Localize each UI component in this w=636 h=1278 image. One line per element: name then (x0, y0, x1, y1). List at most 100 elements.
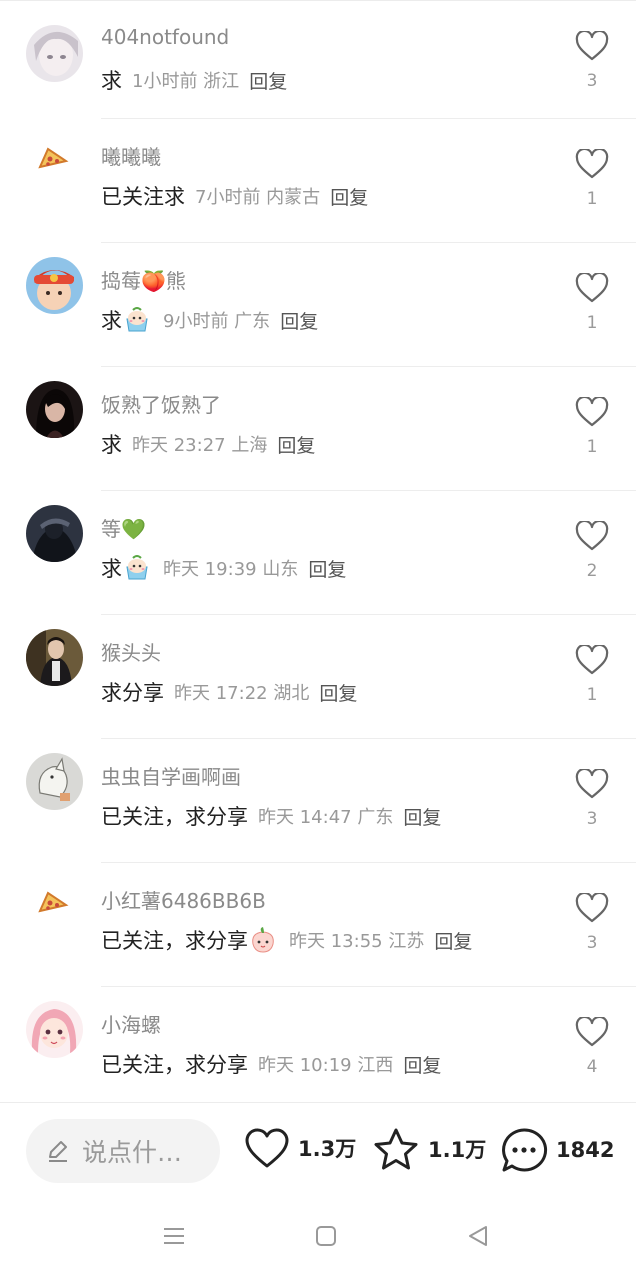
comment-item[interactable]: 等💚 求 昨天 19:39 山东 回复 2 (0, 491, 636, 615)
comment-item[interactable]: 小红薯6486BB6B 已关注，求分享 昨天 13:55 江苏 回复 3 (0, 863, 636, 987)
comment-username[interactable]: 饭熟了饭熟了 (101, 389, 221, 418)
comment-page: 404notfound 求 1小时前 浙江 回复 3 曦曦曦 已关注求 7小时前… (0, 0, 636, 1278)
avatar[interactable] (26, 877, 83, 934)
reply-button[interactable]: 回复 (403, 1051, 441, 1078)
like-count: 1 (586, 437, 598, 457)
home-square-icon[interactable] (314, 1224, 338, 1248)
comment-meta: 昨天 14:47 广东 (258, 807, 394, 828)
pencil-icon (49, 1141, 67, 1162)
comment-like-button[interactable]: 1 (575, 273, 609, 333)
comment-body: 已关注求 7小时前 内蒙古 回复 (101, 181, 368, 211)
comment-item[interactable]: 404notfound 求 1小时前 浙江 回复 3 (0, 1, 636, 119)
back-triangle-icon[interactable] (466, 1224, 490, 1248)
heart-icon (575, 1017, 609, 1047)
like-count: 3 (586, 933, 598, 953)
like-count: 1 (586, 189, 598, 209)
bucket-face-emoji (123, 555, 151, 581)
like-count: 1.3万 (298, 1137, 357, 1161)
comment-username[interactable]: 404notfound (101, 25, 229, 49)
reply-button[interactable]: 回复 (280, 307, 318, 334)
comment-input[interactable]: 说点什… (26, 1119, 220, 1183)
comment-item[interactable]: 虫虫自学画啊画 已关注，求分享 昨天 14:47 广东 回复 3 (0, 739, 636, 863)
comment-text: 求 (101, 433, 122, 457)
comment-button[interactable]: 1842 (500, 1127, 614, 1173)
star-icon (374, 1128, 418, 1170)
avatar[interactable] (26, 381, 83, 438)
menu-icon[interactable] (162, 1224, 186, 1248)
system-nav-bar (0, 1198, 636, 1278)
comment-item[interactable]: 曦曦曦 已关注求 7小时前 内蒙古 回复 1 (0, 119, 636, 243)
comment-like-button[interactable]: 3 (575, 31, 609, 91)
avatar[interactable] (26, 133, 83, 190)
comment-list[interactable]: 404notfound 求 1小时前 浙江 回复 3 曦曦曦 已关注求 7小时前… (0, 0, 636, 1102)
comment-username[interactable]: 捣莓🍑熊 (101, 265, 186, 294)
heart-icon (575, 769, 609, 799)
reply-button[interactable]: 回复 (434, 927, 472, 954)
like-count: 1 (586, 685, 598, 705)
reply-button[interactable]: 回复 (403, 803, 441, 830)
reply-button[interactable]: 回复 (319, 679, 357, 706)
comment-meta: 昨天 13:55 江苏 (289, 931, 425, 952)
chat-bubble-icon (502, 1128, 548, 1172)
comment-username[interactable]: 猴头头 (101, 637, 161, 666)
comment-body: 求 9小时前 广东 回复 (101, 305, 318, 335)
comment-count: 1842 (556, 1138, 615, 1162)
comment-body: 求 昨天 23:27 上海 回复 (101, 429, 315, 459)
avatar[interactable] (26, 505, 83, 562)
comment-like-button[interactable]: 2 (575, 521, 609, 581)
avatar[interactable] (26, 25, 83, 82)
comment-body: 求 昨天 19:39 山东 回复 (101, 553, 346, 583)
comment-username[interactable]: 等💚 (101, 513, 146, 542)
heart-icon (575, 149, 609, 179)
favorite-button[interactable]: 1.1万 (372, 1127, 486, 1171)
comment-like-button[interactable]: 1 (575, 149, 609, 209)
avatar[interactable] (26, 257, 83, 314)
heart-icon (575, 397, 609, 427)
comment-like-button[interactable]: 3 (575, 893, 609, 953)
comment-text: 已关注求 (101, 185, 185, 209)
comment-meta: 昨天 10:19 江西 (258, 1055, 394, 1076)
reply-button[interactable]: 回复 (330, 183, 368, 210)
comment-username[interactable]: 小红薯6486BB6B (101, 885, 266, 914)
comment-meta: 7小时前 内蒙古 (195, 187, 321, 208)
avatar[interactable] (26, 1001, 83, 1058)
comment-like-button[interactable]: 4 (575, 1017, 609, 1077)
comment-text: 已关注，求分享 (101, 805, 248, 829)
avatar[interactable] (26, 629, 83, 686)
comment-like-button[interactable]: 1 (575, 645, 609, 705)
bottom-action-bar: 说点什… 1.3万 1.1万 1842 (0, 1102, 636, 1198)
comment-text: 求 (101, 557, 122, 581)
comment-body: 已关注，求分享 昨天 10:19 江西 回复 (101, 1049, 441, 1079)
comment-item[interactable]: 小海螺 已关注，求分享 昨天 10:19 江西 回复 4 (0, 987, 636, 1102)
comment-meta: 1小时前 浙江 (132, 71, 240, 92)
comment-meta: 昨天 19:39 山东 (163, 559, 299, 580)
reply-button[interactable]: 回复 (277, 431, 315, 458)
comment-username[interactable]: 小海螺 (101, 1009, 161, 1038)
comment-text: 已关注，求分享 (101, 1053, 248, 1077)
like-button[interactable]: 1.3万 (244, 1127, 356, 1169)
comment-like-button[interactable]: 1 (575, 397, 609, 457)
comment-text: 求 (101, 69, 122, 93)
comment-item[interactable]: 饭熟了饭熟了 求 昨天 23:27 上海 回复 1 (0, 367, 636, 491)
comment-meta: 昨天 17:22 湖北 (174, 683, 310, 704)
like-count: 3 (586, 71, 598, 91)
comment-item[interactable]: 猴头头 求分享 昨天 17:22 湖北 回复 1 (0, 615, 636, 739)
reply-button[interactable]: 回复 (249, 67, 287, 94)
like-count: 1 (586, 313, 598, 333)
heart-icon (575, 645, 609, 675)
heart-icon (575, 521, 609, 551)
comment-text: 求 (101, 309, 122, 333)
comment-username[interactable]: 曦曦曦 (101, 141, 161, 170)
comment-meta: 昨天 23:27 上海 (132, 435, 268, 456)
comment-username[interactable]: 虫虫自学画啊画 (101, 761, 241, 790)
comment-item[interactable]: 捣莓🍑熊 求 9小时前 广东 回复 1 (0, 243, 636, 367)
like-count: 4 (586, 1057, 598, 1077)
reply-button[interactable]: 回复 (308, 555, 346, 582)
comment-body: 已关注，求分享 昨天 14:47 广东 回复 (101, 801, 441, 831)
comment-text: 已关注，求分享 (101, 929, 248, 953)
like-count: 3 (586, 809, 598, 829)
comment-body: 求 1小时前 浙江 回复 (101, 65, 287, 95)
comment-like-button[interactable]: 3 (575, 769, 609, 829)
avatar[interactable] (26, 753, 83, 810)
heart-icon (575, 31, 609, 61)
